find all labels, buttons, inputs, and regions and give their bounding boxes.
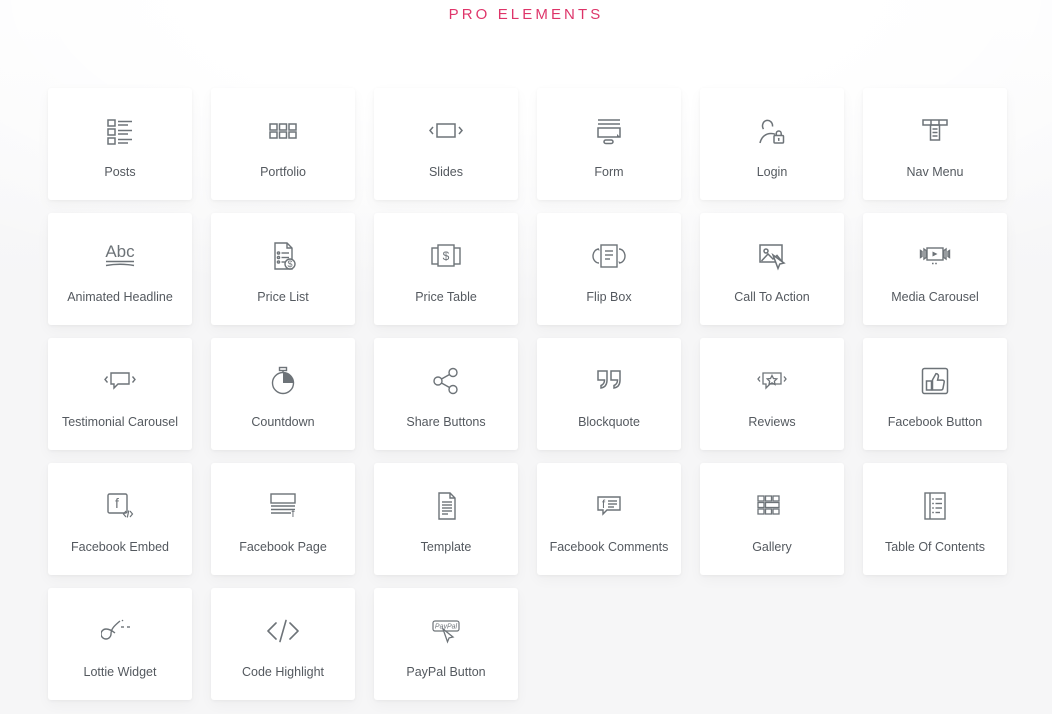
element-card-testimonial-carousel[interactable]: Testimonial Carousel bbox=[48, 338, 192, 450]
element-card-lottie-widget[interactable]: Lottie Widget bbox=[48, 588, 192, 700]
element-card-template[interactable]: Template bbox=[374, 463, 518, 575]
nav-menu-icon bbox=[918, 110, 952, 152]
element-card-label: Call To Action bbox=[734, 289, 810, 304]
template-document-icon bbox=[429, 485, 463, 527]
element-card-label: Portfolio bbox=[260, 164, 306, 179]
element-card-label: Code Highlight bbox=[242, 664, 324, 679]
element-card-share-buttons[interactable]: Share Buttons bbox=[374, 338, 518, 450]
element-card-countdown[interactable]: Countdown bbox=[211, 338, 355, 450]
portfolio-grid-icon bbox=[266, 110, 300, 152]
element-card-call-to-action[interactable]: Call To Action bbox=[700, 213, 844, 325]
element-card-label: Facebook Page bbox=[239, 539, 327, 554]
element-card-label: Slides bbox=[428, 164, 464, 179]
element-card-label: Facebook Comments bbox=[549, 539, 669, 554]
element-card-label: PayPal Button bbox=[406, 664, 486, 679]
element-card-label: Share Buttons bbox=[406, 414, 486, 429]
element-card-label: Table Of Contents bbox=[884, 539, 986, 554]
code-highlight-icon bbox=[263, 610, 303, 652]
svg-text:Abc: Abc bbox=[105, 242, 135, 261]
element-card-label: Form bbox=[594, 164, 624, 179]
element-card-label: Template bbox=[420, 539, 472, 554]
blockquote-quotes-icon bbox=[592, 360, 626, 402]
facebook-comments-bubble-icon: f bbox=[590, 485, 628, 527]
element-card-animated-headline[interactable]: Abc Animated Headline bbox=[48, 213, 192, 325]
element-card-form[interactable]: Form bbox=[537, 88, 681, 200]
element-card-facebook-embed[interactable]: f Facebook Embed bbox=[48, 463, 192, 575]
table-of-contents-icon bbox=[918, 485, 952, 527]
svg-text:PayPal: PayPal bbox=[435, 623, 458, 630]
svg-text:f: f bbox=[602, 497, 606, 511]
element-card-price-list[interactable]: $ Price List bbox=[211, 213, 355, 325]
slides-carousel-icon bbox=[427, 110, 465, 152]
element-card-posts[interactable]: Posts bbox=[48, 88, 192, 200]
countdown-stopwatch-icon bbox=[266, 360, 300, 402]
element-card-label: Flip Box bbox=[586, 289, 632, 304]
element-card-table-of-contents[interactable]: Table Of Contents bbox=[863, 463, 1007, 575]
element-card-gallery[interactable]: Gallery bbox=[700, 463, 844, 575]
element-card-label: Countdown bbox=[251, 414, 315, 429]
flip-box-icon bbox=[590, 235, 628, 277]
element-card-facebook-page[interactable]: f Facebook Page bbox=[211, 463, 355, 575]
elements-grid: Posts Portfolio Slides Form Login Nav Me… bbox=[48, 88, 1008, 700]
form-screen-icon bbox=[592, 110, 626, 152]
reviews-star-bubble-icon bbox=[752, 360, 792, 402]
element-card-label: Posts bbox=[104, 164, 136, 179]
svg-text:f: f bbox=[115, 495, 119, 511]
posts-list-icon bbox=[103, 110, 137, 152]
element-card-login[interactable]: Login bbox=[700, 88, 844, 200]
share-network-icon bbox=[429, 360, 463, 402]
element-card-nav-menu[interactable]: Nav Menu bbox=[863, 88, 1007, 200]
facebook-embed-code-icon: f bbox=[103, 485, 137, 527]
element-card-label: Reviews bbox=[748, 414, 796, 429]
gallery-mosaic-icon bbox=[754, 485, 790, 527]
svg-text:$: $ bbox=[287, 259, 292, 269]
element-card-label: Facebook Button bbox=[887, 414, 983, 429]
element-card-blockquote[interactable]: Blockquote bbox=[537, 338, 681, 450]
element-card-label: Media Carousel bbox=[891, 289, 979, 304]
element-card-label: Login bbox=[756, 164, 788, 179]
facebook-thumbs-up-icon bbox=[918, 360, 952, 402]
element-card-facebook-button[interactable]: Facebook Button bbox=[863, 338, 1007, 450]
lottie-loop-icon bbox=[101, 610, 139, 652]
page-title: PRO ELEMENTS bbox=[0, 0, 1052, 23]
element-card-slides[interactable]: Slides bbox=[374, 88, 518, 200]
element-card-paypal-button[interactable]: PayPal PayPal Button bbox=[374, 588, 518, 700]
pro-elements-page: PRO ELEMENTS Posts Portfolio Slides Form… bbox=[0, 0, 1052, 714]
login-user-lock-icon bbox=[755, 110, 789, 152]
element-card-reviews[interactable]: Reviews bbox=[700, 338, 844, 450]
price-list-document-icon: $ bbox=[266, 235, 300, 277]
element-card-media-carousel[interactable]: Media Carousel bbox=[863, 213, 1007, 325]
element-card-label: Gallery bbox=[752, 539, 792, 554]
price-table-cards-icon: $ bbox=[428, 235, 464, 277]
element-card-label: Facebook Embed bbox=[71, 539, 169, 554]
call-to-action-image-cursor-icon bbox=[755, 235, 789, 277]
media-carousel-play-icon bbox=[915, 235, 955, 277]
paypal-button-icon: PayPal bbox=[425, 610, 467, 652]
facebook-page-icon: f bbox=[265, 485, 301, 527]
element-card-label: Testimonial Carousel bbox=[61, 414, 179, 429]
animated-headline-abc-icon: Abc bbox=[98, 235, 142, 277]
element-card-portfolio[interactable]: Portfolio bbox=[211, 88, 355, 200]
svg-text:$: $ bbox=[443, 249, 450, 263]
element-card-code-highlight[interactable]: Code Highlight bbox=[211, 588, 355, 700]
element-card-label: Price Table bbox=[415, 289, 477, 304]
element-card-facebook-comments[interactable]: f Facebook Comments bbox=[537, 463, 681, 575]
element-card-label: Animated Headline bbox=[67, 289, 173, 304]
element-card-price-table[interactable]: $ Price Table bbox=[374, 213, 518, 325]
element-card-label: Lottie Widget bbox=[83, 664, 157, 679]
element-card-flip-box[interactable]: Flip Box bbox=[537, 213, 681, 325]
element-card-label: Nav Menu bbox=[906, 164, 964, 179]
element-card-label: Blockquote bbox=[578, 414, 640, 429]
testimonial-speech-bubble-icon bbox=[100, 360, 140, 402]
element-card-label: Price List bbox=[257, 289, 309, 304]
